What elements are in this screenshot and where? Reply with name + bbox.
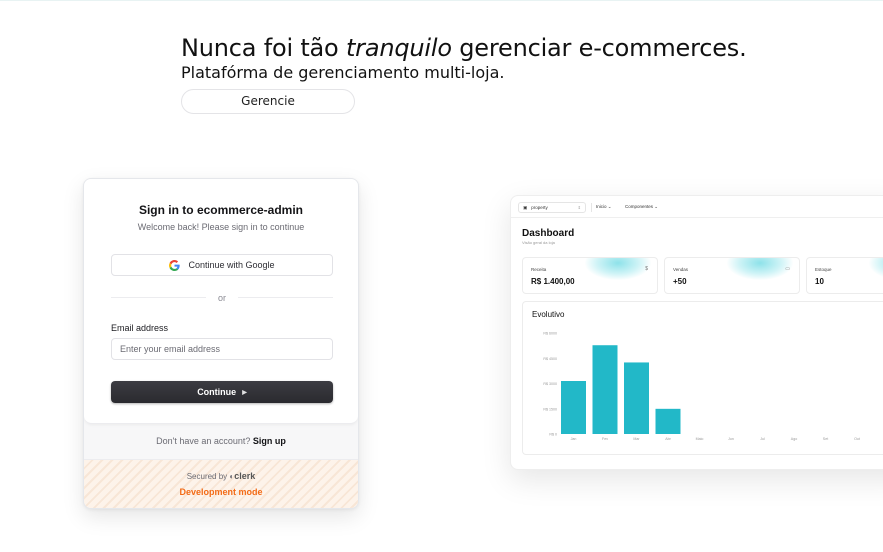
stat-label: Estoque: [815, 267, 832, 272]
stat-label: Vendas: [673, 267, 689, 272]
signin-title: Sign in to ecommerce-admin: [138, 203, 304, 217]
x-tick-label: Out: [854, 437, 860, 441]
or-divider: or: [111, 293, 333, 303]
continue-button-label: Continue: [197, 387, 237, 397]
x-tick-label: Abr: [665, 437, 671, 441]
google-button-label: Continue with Google: [188, 260, 275, 270]
nav-componentes-label: Componentes: [625, 204, 654, 209]
x-tick-label: Jun: [728, 437, 734, 441]
signup-row: Don't have an account? Sign up: [84, 436, 358, 446]
stat-label: Receita: [531, 267, 547, 272]
bar: [624, 362, 649, 434]
divider-text: or: [217, 293, 226, 303]
email-input[interactable]: [111, 338, 333, 360]
continue-button[interactable]: Continue ▶: [111, 381, 333, 403]
topbar-separator: [591, 203, 592, 212]
dashboard-subtitle: Visão geral da loja: [522, 240, 555, 245]
y-tick-label: R$ 3000: [543, 382, 557, 386]
x-tick-label: Jan: [571, 437, 577, 441]
bar: [592, 345, 618, 434]
stat-value: R$ 1.400,00: [531, 277, 575, 286]
hero-title-post: gerenciar e-commerces.: [451, 34, 747, 62]
signin-card-body: Sign in to ecommerce-admin Welcome back!…: [84, 179, 358, 424]
x-tick-label: Fev: [602, 437, 608, 441]
dashboard-preview: ▣ property ⇕ Inicio ⌄ Componentes ⌄ Dash…: [510, 195, 883, 470]
nav-inicio-label: Inicio: [596, 204, 607, 209]
bar: [561, 381, 586, 434]
store-icon: ▣: [523, 204, 528, 210]
store-switcher[interactable]: ▣ property ⇕: [518, 202, 586, 213]
dashboard-title: Dashboard: [522, 228, 575, 239]
hero-subtitle: Platafórma de gerenciamento multi-loja.: [181, 63, 505, 82]
stat-glow: [727, 258, 793, 280]
no-account-text: Don't have an account?: [156, 436, 251, 446]
stat-card-estoque: Estoque 10: [806, 257, 883, 294]
email-label: Email address: [111, 323, 169, 333]
stat-glow: [585, 258, 651, 280]
x-tick-label: Ago: [791, 437, 797, 441]
bar: [655, 408, 681, 434]
sign-up-link[interactable]: Sign up: [253, 436, 286, 446]
dashboard-topbar: ▣ property ⇕ Inicio ⌄ Componentes ⌄: [511, 196, 883, 218]
hero-title-pre: Nunca foi tão: [181, 34, 346, 62]
hero-title: Nunca foi tão tranquilo gerenciar e-comm…: [181, 33, 747, 63]
gerencie-button[interactable]: Gerencie: [181, 89, 355, 114]
nav-componentes[interactable]: Componentes ⌄: [625, 204, 658, 210]
stat-value: +50: [673, 277, 687, 286]
y-tick-label: R$ 4500: [543, 357, 557, 361]
chevrons-up-down-icon: ⇕: [577, 205, 581, 210]
stat-card-vendas: Vendas +50 ▭: [664, 257, 800, 294]
secured-by-text: Secured by: [186, 472, 228, 481]
top-border: [0, 0, 883, 1]
evolutivo-chart: R$ 0 R$ 1500 R$ 3000 R$ 4500 R$ 6000 Jan Fev Ma…: [543, 332, 860, 442]
chevron-down-icon: ⌄: [654, 204, 659, 209]
chevron-down-icon: ⌄: [607, 204, 612, 209]
secured-by: Secured by ◐clerk: [84, 471, 358, 481]
stat-card-receita: Receita R$ 1.400,00 $: [522, 257, 658, 294]
x-tick-label: Maio: [696, 437, 704, 441]
evolutivo-chart-card: Evolutivo R$ 0 R$ 1500 R$ 3000 R$ 4500 R$ 60…: [522, 301, 883, 455]
x-tick-label: Jul: [760, 437, 765, 441]
caret-right-icon: ▶: [242, 389, 247, 396]
signin-footer: Secured by ◐clerk Development mode: [84, 459, 358, 508]
dollar-icon: $: [645, 266, 648, 272]
store-name: property: [531, 205, 548, 210]
y-tick-label: R$ 0: [549, 433, 557, 437]
stat-glow: [869, 258, 883, 280]
google-icon: [169, 259, 181, 271]
x-tick-label: Set: [823, 437, 828, 441]
divider-line-right: [238, 297, 333, 298]
signin-subtitle: Welcome back! Please sign in to continue: [137, 222, 305, 232]
nav-inicio[interactable]: Inicio ⌄: [596, 204, 612, 210]
continue-with-google-button[interactable]: Continue with Google: [111, 254, 333, 276]
hero-section: Nunca foi tão tranquilo gerenciar e-comm…: [181, 33, 747, 114]
credit-card-icon: ▭: [785, 266, 790, 272]
development-mode-badge: Development mode: [179, 487, 263, 497]
x-tick-label: Mar: [633, 437, 640, 441]
y-tick-label: R$ 6000: [543, 332, 557, 336]
hero-title-emphasis: tranquilo: [345, 34, 452, 62]
clerk-logo-text[interactable]: clerk: [234, 471, 255, 481]
stat-value: 10: [815, 277, 824, 286]
y-tick-label: R$ 1500: [543, 407, 557, 411]
signin-card: Sign in to ecommerce-admin Welcome back!…: [83, 178, 359, 509]
